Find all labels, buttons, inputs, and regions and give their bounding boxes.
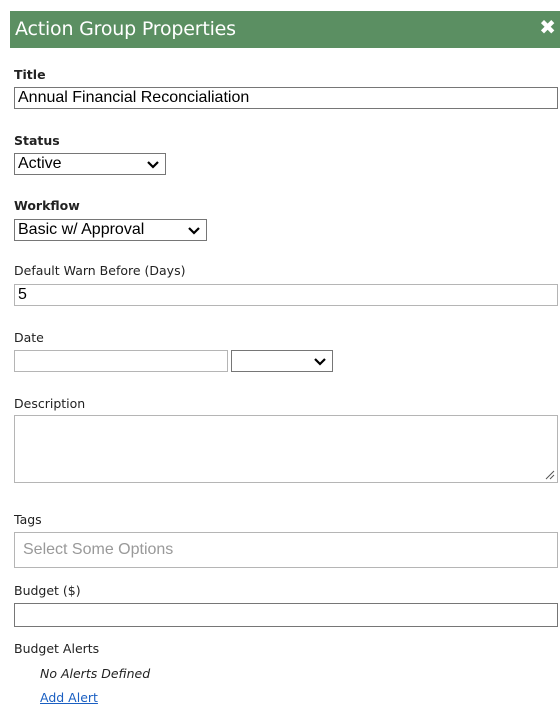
resize-handle-icon[interactable] xyxy=(545,470,555,480)
title-input[interactable]: Annual Financial Reconcialiation xyxy=(14,87,558,109)
budget-label: Budget ($) xyxy=(14,583,81,598)
tags-placeholder: Select Some Options xyxy=(23,541,174,558)
description-textarea[interactable] xyxy=(14,415,558,483)
tags-label: Tags xyxy=(14,512,42,527)
chevron-down-icon xyxy=(147,161,159,169)
date-time-select[interactable] xyxy=(231,350,333,372)
chevron-down-icon xyxy=(188,227,200,235)
status-label: Status xyxy=(14,133,60,148)
add-alert-link[interactable]: Add Alert xyxy=(40,690,98,705)
date-label: Date xyxy=(14,330,44,345)
dialog-title: Action Group Properties xyxy=(15,18,236,40)
status-select[interactable]: Active xyxy=(14,153,166,175)
budget-input[interactable] xyxy=(14,603,558,627)
no-alerts-text: No Alerts Defined xyxy=(40,666,151,681)
chevron-down-icon xyxy=(314,358,326,366)
workflow-label: Workflow xyxy=(14,198,80,213)
date-input[interactable] xyxy=(14,350,228,372)
title-label: Title xyxy=(14,67,46,82)
warn-days-input[interactable]: 5 xyxy=(14,284,558,306)
tags-multiselect[interactable]: Select Some Options xyxy=(14,532,558,568)
workflow-select-value: Basic w/ Approval xyxy=(18,221,145,238)
dialog-header: Action Group Properties ✖ xyxy=(10,11,560,48)
budget-alerts-label: Budget Alerts xyxy=(14,641,100,656)
description-label: Description xyxy=(14,396,86,411)
status-select-value: Active xyxy=(18,155,62,172)
workflow-select[interactable]: Basic w/ Approval xyxy=(14,219,207,241)
close-icon[interactable]: ✖ xyxy=(539,15,556,39)
warn-label: Default Warn Before (Days) xyxy=(14,263,186,278)
